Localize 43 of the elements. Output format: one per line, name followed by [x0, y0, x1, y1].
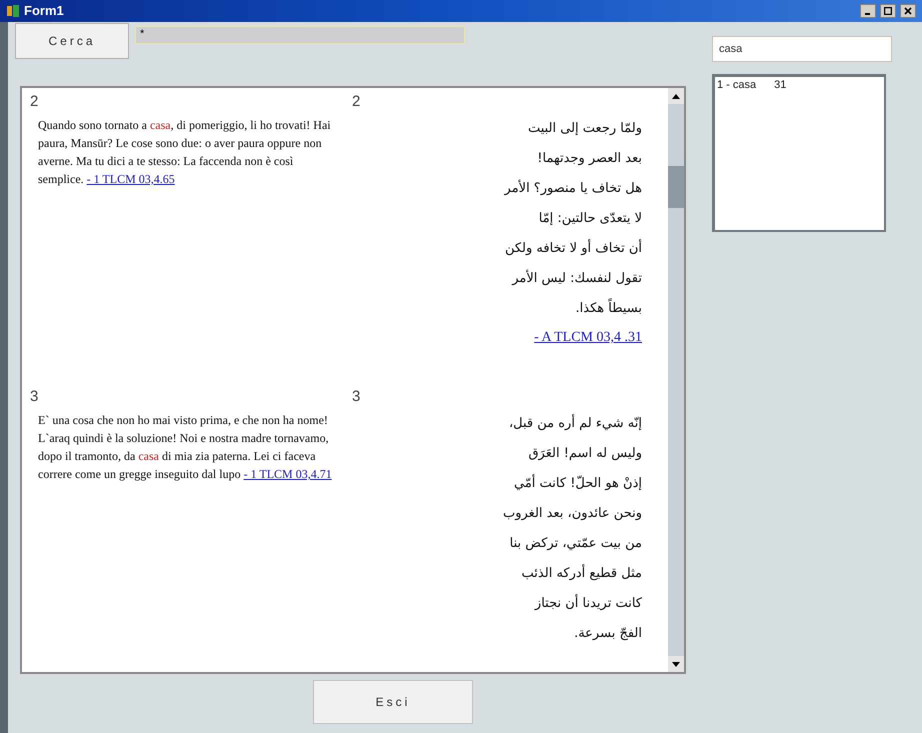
minimize-button[interactable]	[860, 4, 876, 18]
app-icon	[6, 4, 20, 18]
arabic-line: أن تخاف أو لا تخافه ولكن	[504, 238, 642, 258]
arabic-line: هل تخاف يا منصور؟ الأمر	[504, 178, 642, 198]
result-item[interactable]: 1 - casa 31	[717, 79, 882, 92]
italian-passage: Quando sono tornato a casa, di pomeriggio, li ho trovati! Hai paura, Mansūr? Le cose sono due: o aver paura oppure non averne. Ma tu dici a te stesso: La faccenda non è così semplice. - 1 TLCM 03,4.65	[38, 117, 332, 188]
arabic-line: إذنْ هو الحلّ! كانت أمّي	[514, 473, 642, 493]
reference-link[interactable]: - 1 TLCM 03,4.65	[86, 172, 175, 186]
arabic-line: لا يتعدّى حالتين: إمّا	[538, 210, 642, 228]
reference-link[interactable]: - 1 TLCM 03,4.71	[244, 467, 332, 481]
arabic-line: ولمّا رجعت إلى البيت	[528, 120, 642, 138]
down-arrow-icon	[672, 662, 680, 666]
search-button[interactable]: Cerca	[15, 23, 129, 59]
arabic-line: الفجّ بسرعة.	[574, 625, 642, 643]
arabic-line: تقول لنفسك: ليس الأمر	[512, 268, 642, 288]
arabic-line: كانت تريدنا أن نجتاز	[534, 593, 642, 613]
window-title: Form1	[24, 2, 64, 20]
scrollbar[interactable]	[668, 88, 684, 672]
passage-number: 2	[352, 92, 362, 112]
maximize-icon	[884, 7, 892, 15]
scroll-thumb[interactable]	[668, 166, 684, 208]
passage-number: 3	[30, 387, 40, 407]
exit-button[interactable]: Esci	[313, 680, 473, 724]
arabic-line: إنّه شيء لم أره من قبل،	[508, 413, 642, 433]
results-list[interactable]: 1 - casa 31	[712, 74, 886, 232]
close-button[interactable]	[900, 4, 916, 18]
close-icon	[904, 7, 912, 15]
arabic-line: وليس له اسم! العَرَق	[528, 445, 642, 463]
arabic-line: بسيطاً هكذا.	[576, 294, 642, 324]
up-arrow-icon	[672, 94, 680, 98]
passage-number: 2	[30, 92, 40, 112]
arabic-line: ونحن عائدون، بعد الغروب	[502, 505, 642, 523]
arabic-line: بعد العصر وجدتهما!	[537, 150, 642, 168]
italian-passage: E` una cosa che non ho mai visto prima, e che non ha nome! L`araq quindi è la soluzione! Noi e nostra madre tornavamo, dopo il tramonto, da casa di mia zia paterna. Lei ci faceva correre come un gregge inseguito dal lupo - 1 TLCM 03,4.71	[38, 412, 333, 483]
scroll-down-button[interactable]	[668, 656, 684, 672]
pattern-field[interactable]: *	[135, 26, 465, 44]
reference-link[interactable]: - A TLCM 03,4 .31	[534, 324, 642, 352]
arabic-line: مثل قطيع أدركه الذئب	[522, 563, 642, 583]
maximize-button[interactable]	[880, 4, 896, 18]
word-field[interactable]: casa	[712, 36, 892, 62]
passage-number: 3	[352, 387, 362, 407]
arabic-line: من بيت عمّتي، تركض بنا	[510, 535, 642, 553]
scroll-up-button[interactable]	[668, 88, 684, 104]
